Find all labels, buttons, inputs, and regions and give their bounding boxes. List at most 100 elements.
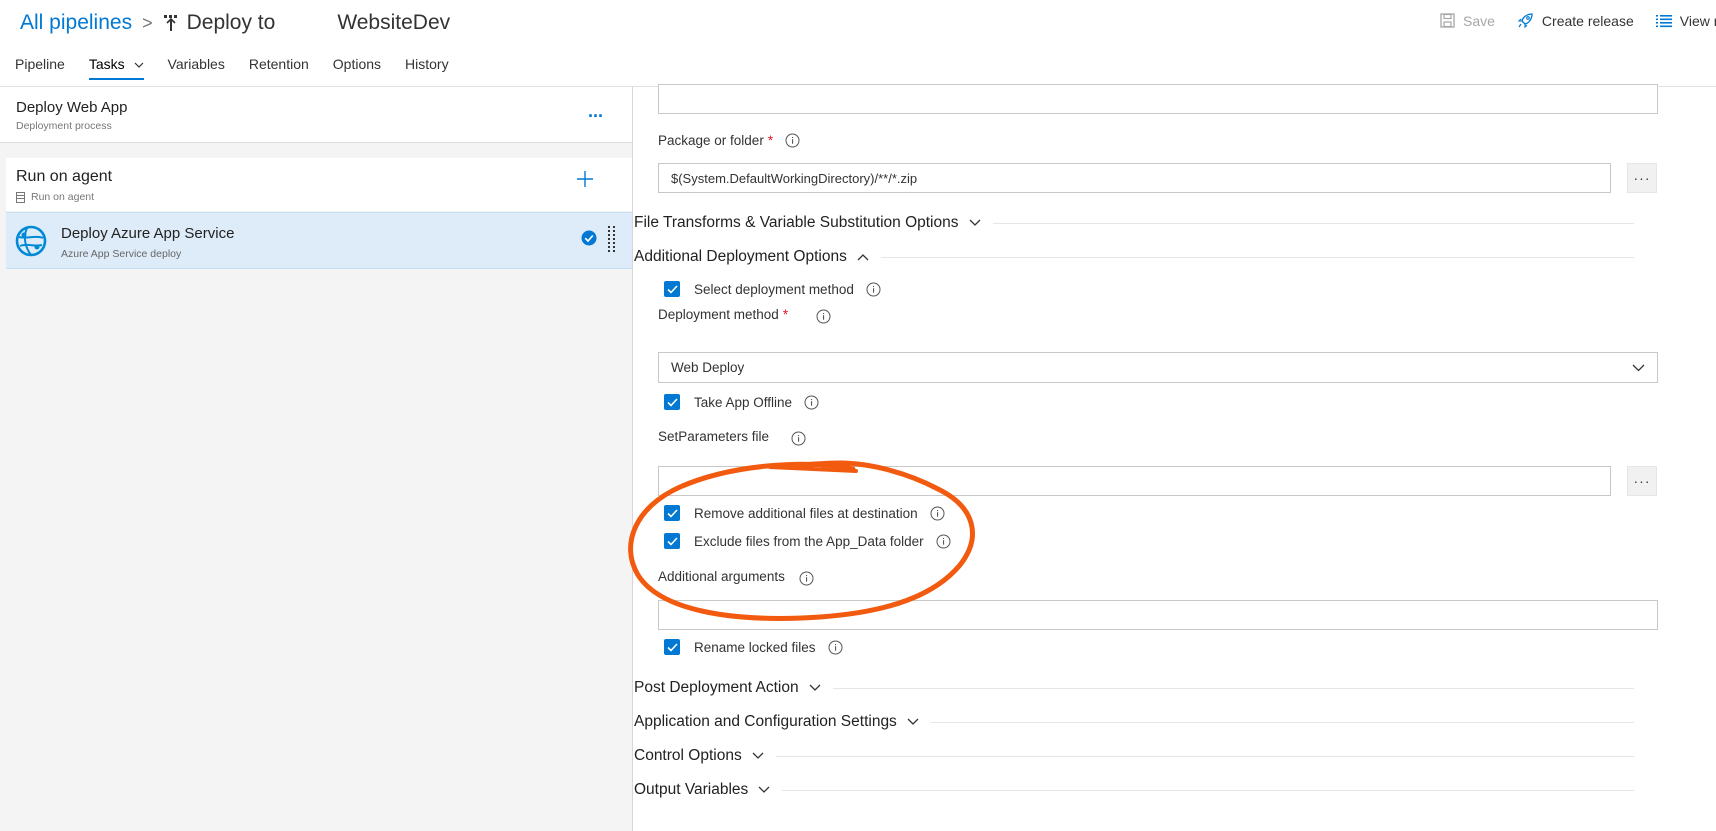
section-control-options-label: Control Options	[634, 747, 742, 764]
pipeline-tabs: Pipeline Tasks Variables Retention Optio…	[15, 56, 473, 80]
release-pipeline-icon	[163, 15, 177, 31]
deploy-method-label: Deployment method	[658, 307, 779, 322]
task-deploy-azure-app-service[interactable]: Deploy Azure App Service Azure App Servi…	[6, 212, 632, 269]
take-offline-label: Take App Offline	[694, 394, 793, 410]
azure-app-service-icon	[15, 225, 47, 257]
package-label: Package or folder	[658, 133, 764, 148]
info-icon[interactable]	[930, 506, 945, 521]
section-divider	[880, 256, 1634, 258]
all-pipelines-link[interactable]: All pipelines	[20, 11, 132, 35]
save-label: Save	[1463, 12, 1495, 29]
tab-options[interactable]: Options	[333, 56, 381, 80]
checkmark-icon	[666, 536, 678, 546]
view-releases-button[interactable]: View rele	[1655, 12, 1716, 29]
remove-files-label: Remove additional files at destination	[694, 505, 918, 521]
chevron-up-icon	[857, 254, 869, 261]
tab-pipeline[interactable]: Pipeline	[15, 56, 65, 80]
deploy-method-select[interactable]: Web Deploy	[658, 352, 1658, 383]
rename-locked-checkbox[interactable]	[664, 639, 680, 655]
process-subtitle: Deployment process	[16, 120, 112, 132]
deploy-method-value: Web Deploy	[671, 360, 745, 375]
chevron-down-icon	[758, 786, 770, 793]
top-input-field[interactable]	[658, 84, 1658, 114]
task-subtitle: Azure App Service deploy	[61, 248, 182, 260]
required-marker: *	[767, 133, 774, 148]
package-label-row: Package or folder *	[658, 133, 800, 148]
info-icon[interactable]	[785, 133, 800, 148]
pipeline-title-suffix[interactable]: WebsiteDev	[337, 11, 450, 35]
select-method-checkbox[interactable]	[664, 281, 680, 297]
checkmark-icon	[666, 642, 678, 652]
rename-locked-label: Rename locked files	[694, 639, 816, 655]
chevron-down-icon	[1632, 364, 1645, 371]
exclude-appdata-row: Exclude files from the App_Data folder	[664, 533, 951, 549]
info-icon[interactable]	[816, 309, 831, 324]
section-control-options[interactable]: Control Options	[634, 745, 1634, 767]
info-icon[interactable]	[799, 571, 814, 586]
info-icon[interactable]	[936, 534, 951, 549]
rocket-icon	[1517, 13, 1533, 29]
section-post-deployment[interactable]: Post Deployment Action	[634, 677, 1634, 699]
add-task-icon[interactable]	[576, 170, 594, 188]
more-options-button[interactable]: ...	[588, 101, 603, 122]
breadcrumb: All pipelines > Deploy to WebsiteDev	[20, 8, 450, 38]
checkmark-icon	[666, 508, 678, 518]
package-browse-button[interactable]: ···	[1627, 163, 1657, 193]
drag-handle-icon[interactable]	[608, 226, 616, 252]
section-output-variables[interactable]: Output Variables	[634, 779, 1634, 801]
info-icon[interactable]	[804, 395, 819, 410]
server-icon	[16, 191, 25, 203]
section-divider	[775, 755, 1634, 757]
chevron-down-icon	[969, 219, 980, 226]
section-additional-deployment[interactable]: Additional Deployment Options	[634, 246, 1634, 268]
section-file-transforms[interactable]: File Transforms & Variable Substitution …	[634, 212, 1634, 234]
view-releases-label: View rele	[1679, 12, 1716, 29]
setparams-label: SetParameters file	[658, 429, 770, 444]
remove-files-checkbox[interactable]	[664, 505, 680, 521]
setparams-browse-button[interactable]: ···	[1627, 466, 1657, 496]
task-settings-panel: Package or folder * $(System.DefaultWork…	[634, 84, 1716, 831]
section-file-transforms-label: File Transforms & Variable Substitution …	[634, 214, 959, 231]
checkmark-icon	[666, 397, 678, 407]
agent-job-subtitle: Run on agent	[31, 191, 95, 203]
checkmark-icon	[666, 284, 678, 294]
tab-tasks[interactable]: Tasks	[88, 56, 144, 80]
section-divider	[782, 789, 1634, 791]
section-divider	[832, 687, 1634, 689]
section-app-config[interactable]: Application and Configuration Settings	[634, 711, 1634, 733]
package-input[interactable]: $(System.DefaultWorkingDirectory)/**/*.z…	[658, 163, 1611, 193]
section-divider	[992, 222, 1634, 224]
section-divider	[930, 721, 1634, 723]
top-actions: Save Create release View rele	[1440, 12, 1716, 29]
tab-tasks-label: Tasks	[88, 56, 125, 72]
save-icon	[1440, 13, 1455, 28]
create-release-button[interactable]: Create release	[1517, 12, 1634, 29]
deploy-method-label-row: Deployment method *	[658, 305, 831, 324]
pipeline-title[interactable]: Deploy to	[187, 11, 276, 35]
exclude-appdata-label: Exclude files from the App_Data folder	[694, 533, 924, 549]
tab-history[interactable]: History	[405, 56, 449, 80]
section-additional-deployment-label: Additional Deployment Options	[634, 248, 847, 265]
process-title: Deploy Web App	[16, 99, 128, 116]
exclude-appdata-checkbox[interactable]	[664, 533, 680, 549]
breadcrumb-separator: >	[142, 12, 153, 33]
list-icon	[1655, 14, 1672, 27]
setparams-label-row: SetParameters file	[658, 427, 806, 446]
take-offline-checkbox[interactable]	[664, 394, 680, 410]
info-icon[interactable]	[866, 282, 881, 297]
agent-job-card[interactable]: Run on agent Run on agent	[6, 158, 632, 211]
save-button[interactable]: Save	[1440, 13, 1495, 29]
info-icon[interactable]	[791, 431, 806, 446]
setparams-input[interactable]	[658, 466, 1611, 496]
info-icon[interactable]	[828, 640, 843, 655]
rename-locked-row: Rename locked files	[664, 639, 843, 655]
chevron-down-icon	[809, 684, 821, 691]
tab-variables[interactable]: Variables	[168, 56, 225, 80]
remove-files-row: Remove additional files at destination	[664, 505, 945, 521]
deployment-process-card[interactable]: Deploy Web App Deployment process ...	[0, 87, 632, 143]
task-enabled-check-icon	[581, 230, 597, 246]
section-app-config-label: Application and Configuration Settings	[634, 713, 897, 730]
additional-args-input[interactable]	[658, 600, 1658, 630]
tab-retention[interactable]: Retention	[249, 56, 309, 80]
tasks-list-panel: Deploy Web App Deployment process ... Ru…	[0, 87, 633, 831]
